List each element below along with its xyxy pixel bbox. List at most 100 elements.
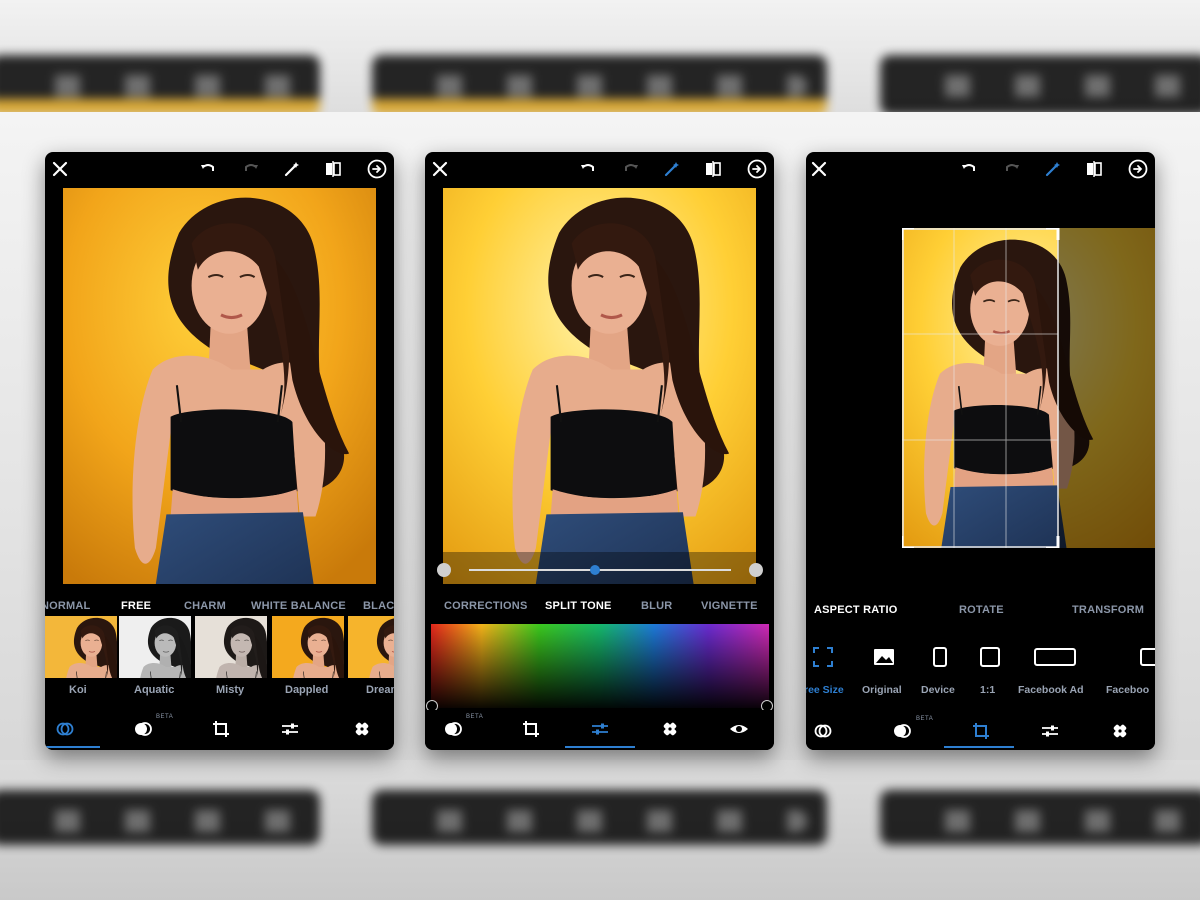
filter-label-dream: Dream <box>366 684 394 696</box>
adjustment-category-menu: CORRECTIONS SPLIT TONE BLUR VIGNETTE <box>425 594 774 622</box>
blurred-phone-top-right <box>880 55 1200 115</box>
menu-item-aspect-ratio[interactable]: ASPECT RATIO <box>814 604 897 616</box>
color-spectrum-picker[interactable] <box>431 624 769 708</box>
filter-thumb-misty[interactable] <box>195 616 267 678</box>
crop-category-menu: ASPECT RATIO ROTATE TRANSFORM <box>806 598 1155 626</box>
aspect-facebook-cover-icon[interactable] <box>1140 646 1155 668</box>
beta-badge: BETA <box>466 714 484 720</box>
top-toolbar <box>806 152 1155 186</box>
heal-icon[interactable] <box>1108 720 1132 742</box>
menu-item-vignette[interactable]: VIGNETTE <box>701 600 758 612</box>
top-toolbar <box>45 152 394 186</box>
aspect-label-1-1: 1:1 <box>980 684 996 696</box>
magic-wand-icon[interactable] <box>661 158 683 180</box>
bottom-toolbar: BETA <box>806 714 1155 750</box>
blurred-phone-top-left <box>0 55 320 115</box>
filter-label-aquatic: Aquatic <box>134 684 175 696</box>
aspect-free-size-icon[interactable] <box>812 646 834 668</box>
filter-thumb-koi[interactable] <box>45 616 117 678</box>
heal-icon[interactable] <box>658 718 682 740</box>
filter-label-koi: Koi <box>69 684 87 696</box>
filter-thumb-aquatic[interactable] <box>119 616 191 678</box>
phone-screen-split-tone: CORRECTIONS SPLIT TONE BLUR VIGNETTE BET… <box>425 152 774 750</box>
next-arrow-icon[interactable] <box>746 158 768 180</box>
aspect-label-facebook-ad: Facebook Ad <box>1018 684 1084 696</box>
aspect-device-icon[interactable] <box>931 646 949 668</box>
crop-icon[interactable] <box>969 720 993 742</box>
aspect-original-icon[interactable] <box>873 646 895 668</box>
active-tab-indicator <box>565 746 635 748</box>
menu-item-split-tone[interactable]: SPLIT TONE <box>545 600 612 612</box>
menu-item-corrections[interactable]: CORRECTIONS <box>444 600 527 612</box>
eye-icon[interactable] <box>727 718 751 740</box>
close-icon[interactable] <box>49 158 71 180</box>
photo-preview[interactable] <box>443 188 756 584</box>
phone-screen-crop: ASPECT RATIO ROTATE TRANSFORM ree Size O… <box>806 152 1155 750</box>
heal-icon[interactable] <box>350 718 374 740</box>
filter-thumbnails <box>45 616 394 678</box>
blend-icon[interactable] <box>890 720 914 742</box>
slider-handle-left[interactable] <box>437 563 451 577</box>
filter-label-dappled: Dappled <box>285 684 329 696</box>
crop-icon[interactable] <box>209 718 233 740</box>
magic-wand-icon[interactable] <box>281 158 303 180</box>
photo-preview[interactable] <box>63 188 376 584</box>
adjust-icon[interactable] <box>588 718 612 740</box>
menu-item-free[interactable]: FREE <box>121 600 151 612</box>
menu-item-blur[interactable]: BLUR <box>641 600 672 612</box>
menu-item-transform[interactable]: TRANSFORM <box>1072 604 1144 616</box>
aspect-label-free-size: ree Size <box>806 684 844 696</box>
slider-thumb[interactable] <box>589 565 600 575</box>
compare-icon[interactable] <box>322 158 344 180</box>
blurred-phone-top-center <box>372 55 827 115</box>
compare-icon[interactable] <box>702 158 724 180</box>
bottom-toolbar: BETA <box>45 710 394 750</box>
undo-icon[interactable] <box>197 158 219 180</box>
top-toolbar <box>425 152 774 186</box>
close-icon[interactable] <box>808 158 830 180</box>
blurred-phone-bottom-center <box>372 790 827 845</box>
active-tab-indicator <box>944 746 1014 748</box>
looks-icon[interactable] <box>53 718 77 740</box>
compare-icon[interactable] <box>1083 158 1105 180</box>
adjust-icon[interactable] <box>278 718 302 740</box>
next-arrow-icon[interactable] <box>366 158 388 180</box>
aspect-1-1-icon[interactable] <box>978 646 1002 668</box>
aspect-label-original: Original <box>862 684 902 696</box>
menu-item-white-balance[interactable]: WHITE BALANCE <box>251 600 346 612</box>
beta-badge: BETA <box>156 714 174 720</box>
bottom-toolbar: BETA <box>425 710 774 750</box>
blend-icon[interactable] <box>441 718 465 740</box>
next-arrow-icon[interactable] <box>1127 158 1149 180</box>
crop-photo-preview[interactable] <box>902 228 1155 548</box>
aspect-label-device: Device <box>921 684 955 696</box>
menu-item-black[interactable]: BLAC <box>363 600 394 612</box>
undo-icon[interactable] <box>958 158 980 180</box>
blend-icon[interactable] <box>131 718 155 740</box>
aspect-label-facebook-cover: Faceboo <box>1106 684 1150 696</box>
slider-track <box>469 569 731 571</box>
menu-item-rotate[interactable]: ROTATE <box>959 604 1004 616</box>
redo-icon[interactable] <box>620 158 642 180</box>
active-tab-indicator <box>45 746 100 748</box>
blurred-phone-bottom-right <box>880 790 1200 845</box>
magic-wand-icon[interactable] <box>1042 158 1064 180</box>
crop-icon[interactable] <box>519 718 543 740</box>
redo-icon[interactable] <box>1001 158 1023 180</box>
slider-handle-right[interactable] <box>749 563 763 577</box>
redo-icon[interactable] <box>240 158 262 180</box>
filter-thumb-dappled[interactable] <box>272 616 344 678</box>
close-icon[interactable] <box>429 158 451 180</box>
undo-icon[interactable] <box>577 158 599 180</box>
adjust-icon[interactable] <box>1038 720 1062 742</box>
menu-item-charm[interactable]: CHARM <box>184 600 226 612</box>
menu-item-normal[interactable]: NORMAL <box>45 600 90 612</box>
beta-badge: BETA <box>916 716 934 722</box>
looks-icon[interactable] <box>811 720 835 742</box>
filter-thumb-dream[interactable] <box>348 616 394 678</box>
split-tone-slider[interactable] <box>435 560 765 580</box>
phone-screen-filters: NORMAL FREE CHARM WHITE BALANCE BLAC Koi… <box>45 152 394 750</box>
aspect-facebook-ad-icon[interactable] <box>1034 646 1076 668</box>
blurred-phone-bottom-left <box>0 790 320 845</box>
filter-label-misty: Misty <box>216 684 245 696</box>
